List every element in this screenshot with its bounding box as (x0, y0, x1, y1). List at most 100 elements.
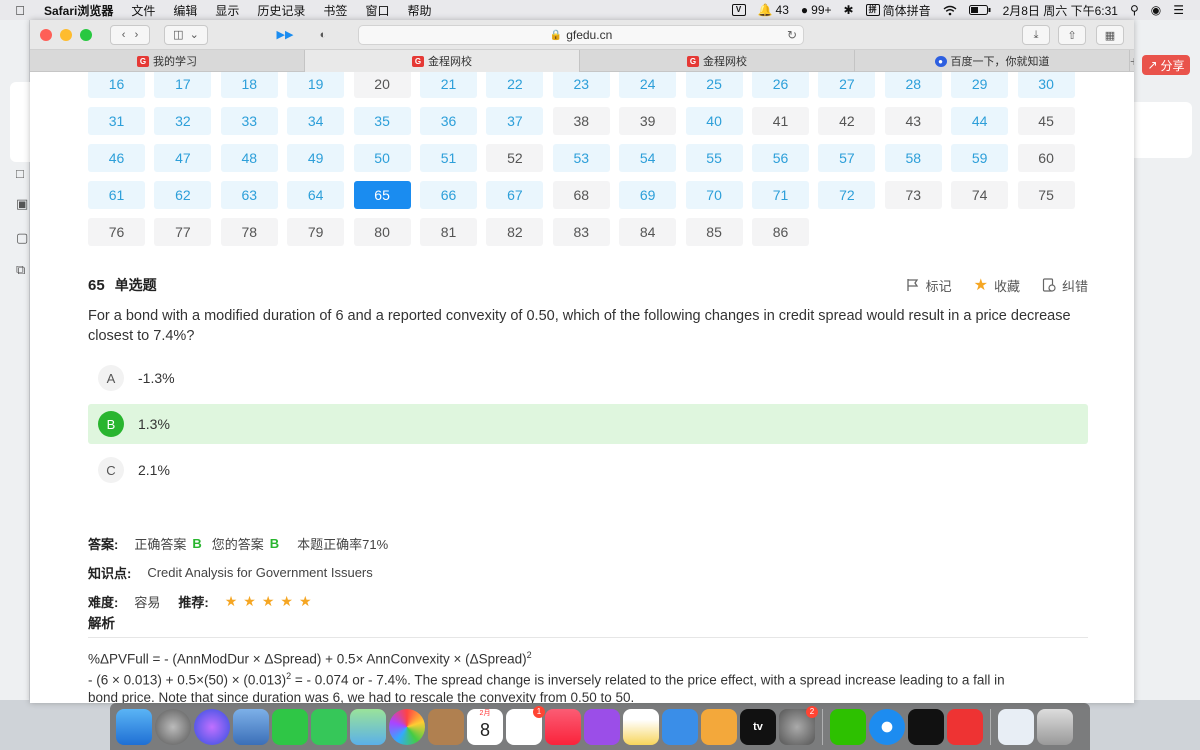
question-number-cell[interactable]: 43 (884, 107, 942, 135)
question-number-cell[interactable]: 41 (752, 107, 809, 135)
question-number-cell[interactable]: 57 (818, 144, 876, 172)
option-a[interactable]: A -1.3% (88, 358, 1088, 398)
question-number-cell[interactable]: 39 (619, 107, 677, 135)
wechat-app-icon[interactable] (830, 708, 866, 745)
question-number-cell[interactable]: 16 (88, 72, 145, 98)
downloads-stack-icon[interactable] (998, 708, 1034, 745)
contacts-icon[interactable] (428, 708, 464, 745)
notification-status[interactable]: 🔔 43 (752, 3, 795, 17)
question-number-cell[interactable]: 36 (420, 107, 477, 135)
zoom-window-button[interactable] (80, 28, 92, 41)
question-number-cell[interactable]: 44 (951, 107, 1009, 135)
question-number-cell[interactable]: 77 (154, 218, 212, 246)
question-number-cell[interactable]: 69 (619, 181, 677, 209)
finder-icon[interactable] (116, 708, 152, 745)
menu-file[interactable]: 文件 (122, 2, 164, 19)
question-number-cell[interactable]: 45 (1017, 107, 1075, 135)
comment-icon[interactable]: ▢ (16, 230, 30, 245)
forward-icon[interactable]: › (135, 29, 139, 41)
question-number-cell[interactable]: 33 (220, 107, 278, 135)
question-number-cell[interactable]: 68 (552, 181, 610, 209)
question-number-cell[interactable]: 55 (685, 144, 743, 172)
menu-help[interactable]: 帮助 (398, 2, 440, 19)
question-number-cell[interactable]: 67 (486, 181, 544, 209)
menu-edit[interactable]: 编辑 (164, 2, 206, 19)
sidebar-toggle-button[interactable]: ◫ ⌄ (164, 24, 208, 45)
ime-status[interactable]: 拼简体拼音 (860, 2, 937, 19)
keynote-icon[interactable] (662, 708, 698, 745)
battery-icon[interactable] (963, 5, 997, 15)
question-number-cell[interactable]: 85 (685, 218, 743, 246)
question-number-cell[interactable]: 58 (884, 144, 942, 172)
question-number-cell[interactable]: 51 (420, 144, 477, 172)
back-forward-buttons[interactable]: ‹ › (110, 24, 150, 45)
calendar-icon[interactable]: 2月 8 (467, 708, 503, 745)
question-number-cell[interactable]: 30 (1017, 72, 1075, 98)
siri-icon[interactable]: ◉ (1145, 3, 1167, 17)
question-number-cell[interactable]: 52 (486, 144, 544, 172)
question-number-cell[interactable]: 18 (220, 72, 278, 98)
wps-icon[interactable] (947, 708, 983, 745)
tab-gfedu-active[interactable]: G 金程网校 (305, 50, 580, 72)
apple-tv-icon[interactable]: tv (740, 708, 776, 745)
question-number-cell[interactable]: 35 (353, 107, 411, 135)
question-number-cell[interactable]: 61 (88, 181, 145, 209)
question-number-cell[interactable]: 66 (420, 181, 477, 209)
question-number-cell[interactable]: 53 (552, 144, 610, 172)
question-number-cell[interactable]: 83 (552, 218, 610, 246)
question-number-cell[interactable]: 59 (951, 144, 1009, 172)
new-tab-button[interactable]: + (1130, 50, 1134, 71)
question-number-cell[interactable]: 50 (353, 144, 411, 172)
clock[interactable]: 2月8日 周六 下午6:31 (997, 2, 1124, 19)
music-icon[interactable] (545, 708, 581, 745)
report-error-button[interactable]: 纠错 (1042, 275, 1088, 295)
question-number-cell[interactable]: 40 (685, 107, 743, 135)
reminders-icon[interactable]: 1 (506, 705, 545, 745)
close-window-button[interactable] (40, 28, 52, 41)
mark-button[interactable]: 标记 (906, 275, 952, 295)
layers-icon[interactable]: ⧉ (16, 262, 30, 277)
safari-app-icon[interactable] (869, 708, 905, 745)
wifi-icon[interactable] (937, 5, 963, 16)
image-icon[interactable]: ▣ (16, 196, 30, 211)
question-number-cell[interactable]: 47 (154, 144, 212, 172)
spotlight-icon[interactable]: ⚲ (1124, 3, 1145, 17)
bookmark-icon[interactable]: □ (16, 166, 30, 181)
question-number-cell[interactable]: 26 (752, 72, 809, 98)
tab-gfedu[interactable]: G 金程网校 (580, 50, 855, 72)
question-number-cell[interactable]: 71 (752, 181, 809, 209)
option-b-correct[interactable]: B 1.3% (88, 404, 1088, 444)
question-number-cell[interactable]: 84 (619, 218, 677, 246)
system-preferences-icon[interactable]: 2 (779, 705, 818, 745)
question-number-cell[interactable]: 25 (685, 72, 743, 98)
question-number-cell[interactable]: 72 (818, 181, 876, 209)
favorite-button[interactable]: ★ 收藏 (974, 275, 1020, 295)
siri-app-icon[interactable] (194, 708, 230, 745)
reload-icon[interactable]: ↻ (787, 28, 797, 42)
question-number-cell[interactable]: 73 (884, 181, 942, 209)
messages-icon[interactable] (311, 708, 347, 745)
launchpad-icon[interactable] (155, 708, 191, 745)
question-number-cell[interactable]: 63 (220, 181, 278, 209)
translate-icon[interactable]: ▶▶ (272, 25, 298, 45)
apple-menu-icon[interactable]:  (0, 3, 40, 18)
question-number-cell[interactable]: 37 (486, 107, 544, 135)
share-icon[interactable]: ⇧ (1058, 25, 1086, 45)
wechat-status[interactable]: ● 99+ (795, 3, 838, 17)
question-number-cell[interactable]: 19 (287, 72, 345, 98)
question-number-cell[interactable]: 79 (287, 218, 345, 246)
question-number-cell[interactable]: 70 (685, 181, 743, 209)
share-button[interactable]: ↗ 分享 (1142, 55, 1190, 75)
qq-icon[interactable] (908, 708, 944, 745)
question-number-cell[interactable]: 24 (619, 72, 677, 98)
maps-icon[interactable] (350, 708, 386, 745)
tab-baidu[interactable]: ● 百度一下，你就知道 (855, 50, 1130, 72)
question-number-cell[interactable]: 17 (154, 72, 212, 98)
facetime-icon[interactable] (272, 708, 308, 745)
bluetooth-icon[interactable]: ✱ (838, 3, 860, 17)
menu-history[interactable]: 历史记录 (248, 2, 314, 19)
question-number-cell[interactable]: 20 (353, 72, 411, 98)
menu-bookmarks[interactable]: 书签 (314, 2, 356, 19)
menu-view[interactable]: 显示 (206, 2, 248, 19)
notes-icon[interactable] (623, 708, 659, 745)
